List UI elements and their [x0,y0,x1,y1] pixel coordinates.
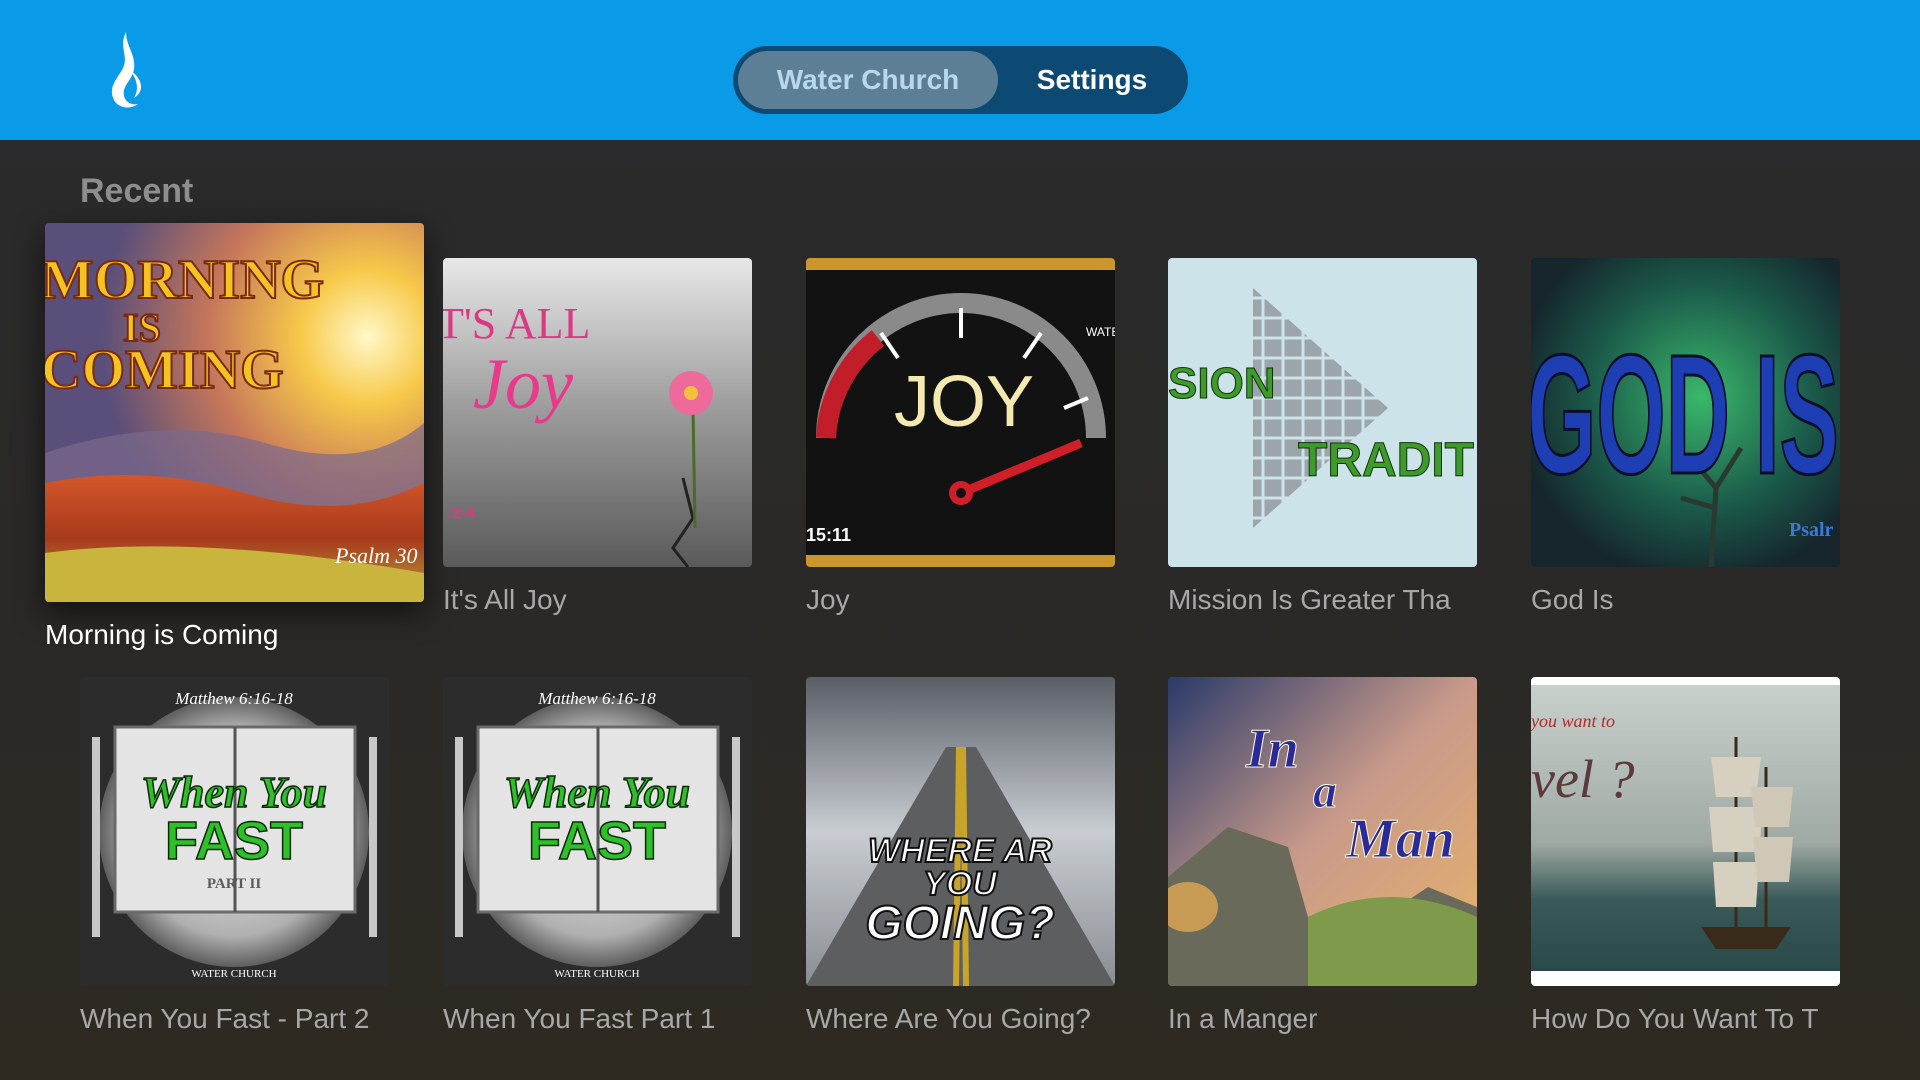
art-text: TRADIT [1298,434,1474,487]
art-text: a [1313,765,1337,818]
art-text: Joy [473,344,573,424]
sermon-title: In a Manger [1168,1003,1318,1034]
sermon-thumbnail: T'S ALL Joy :2-4 [443,258,752,567]
art-text: FAST [165,811,303,871]
art-text: JOY [894,362,1034,442]
art-text: FAST [528,811,666,871]
art-text: COMING [45,339,284,401]
tab-settings[interactable]: Settings [1002,51,1182,109]
sermon-title: When You Fast - Part 2 [80,1003,370,1034]
sermon-title: When You Fast Part 1 [443,1003,716,1034]
art-text: T'S ALL [443,299,590,348]
art-text: Matthew 6:16-18 [174,689,293,708]
sermon-title: Where Are You Going? [806,1003,1091,1034]
art-text: MORNING [45,249,324,311]
sermon-thumbnail: GOD IS Psalr [1531,258,1840,567]
art-text: GOING? [865,897,1054,950]
water-flame-logo-icon [111,32,142,108]
art-text: GOD IS [1531,320,1839,510]
tab-water-church[interactable]: Water Church [738,51,998,109]
sermon-thumbnail: MORNING IS COMING Psalm 30 [45,223,424,602]
art-text: Psalr [1789,519,1834,541]
art-text: SION [1168,359,1276,408]
art-text: WATER CHURCH [191,968,276,980]
art-text: vel ? [1531,749,1634,809]
sermon-thumbnail: you want to vel ? [1531,677,1840,986]
section-title-recent: Recent [80,172,194,210]
sermon-title: It's All Joy [443,584,567,615]
art-text: :2-4 [447,505,476,522]
sermon-thumbnail: In a Man [1168,677,1477,986]
sermon-title: Mission Is Greater Tha [1168,584,1451,615]
sermon-thumbnail: Matthew 6:16-18 When You FAST PART II WA… [80,677,389,986]
art-text: Man [1345,808,1455,870]
sermon-title: Morning is Coming [45,619,279,650]
sermon-title: Joy [806,584,850,615]
art-text: WATE [1086,325,1115,339]
art-text: Psalm 30 [334,543,418,568]
art-text: 15:11 [806,525,851,545]
art-text: In [1245,718,1299,780]
art-text: PART II [207,876,262,892]
art-text: Matthew 6:16-18 [537,689,656,708]
sermon-thumbnail: WHERE AR YOU GOING? [806,677,1115,986]
art-text: you want to [1531,711,1615,731]
art-text: When You [141,768,327,817]
sermon-title: How Do You Want To T [1531,1003,1819,1034]
sermon-thumbnail: JOY 15:11 WATE [806,258,1115,567]
top-nav-tabs: Water Church Settings [733,46,1188,114]
sermon-thumbnail: SION TRADIT [1168,258,1477,567]
sermon-thumbnail: Matthew 6:16-18 When You FAST WATER CHUR… [443,677,752,986]
sermon-title: God Is [1531,584,1614,615]
top-bar: Water Church Settings [0,0,1920,140]
art-text: WATER CHURCH [554,968,639,980]
art-text: When You [504,768,690,817]
